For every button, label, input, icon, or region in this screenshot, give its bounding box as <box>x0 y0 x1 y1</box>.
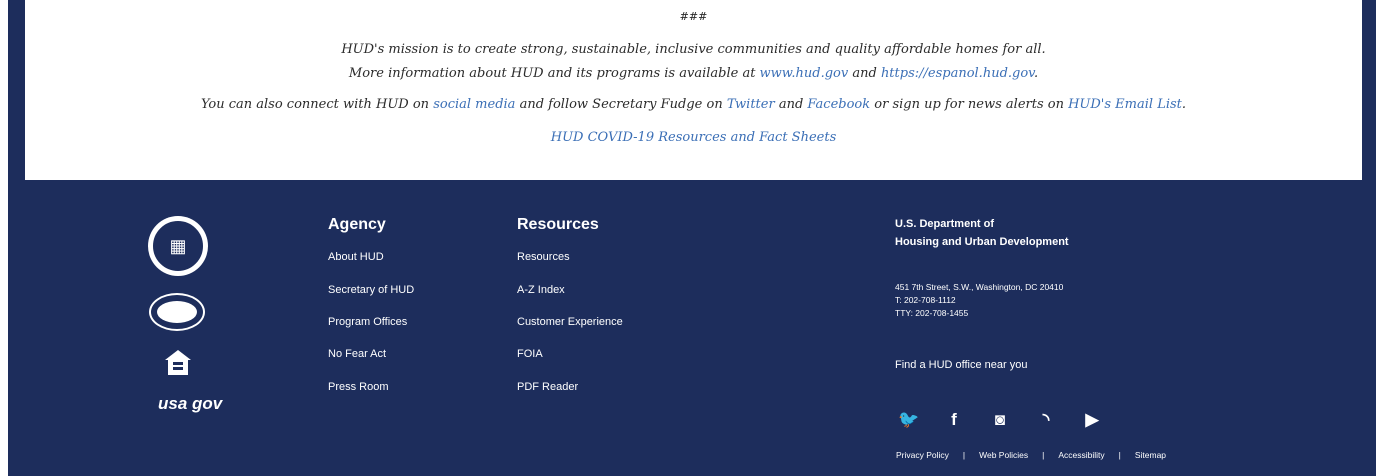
white-house-icon <box>157 301 197 323</box>
press-room-link[interactable]: Press Room <box>328 381 389 393</box>
legal-links: Privacy Policy | Web Policies | Accessibilit… <box>896 450 1166 460</box>
web-policies-link[interactable]: Web Policies <box>979 450 1028 460</box>
rss-icon[interactable]: ◝ <box>1036 410 1056 430</box>
youtube-icon[interactable]: ▶ <box>1082 410 1102 430</box>
phone-number: T: 202-708-1112 <box>895 295 956 305</box>
covid-resources-link[interactable]: HUD COVID-19 Resources and Fact Sheets <box>551 130 837 145</box>
hud-gov-link[interactable]: www.hud.gov <box>760 66 849 81</box>
social-icons: 🐦 f ◙ ◝ ▶ <box>898 410 1102 430</box>
pdf-reader-link[interactable]: PDF Reader <box>517 381 578 393</box>
accessibility-link[interactable]: Accessibility <box>1058 450 1104 460</box>
press-release-footer: ### HUD's mission is to create strong, s… <box>25 0 1362 180</box>
equal-housing-icon[interactable] <box>163 348 193 378</box>
customer-experience-link[interactable]: Customer Experience <box>517 316 623 328</box>
find-office-link[interactable]: Find a HUD office near you <box>895 359 1027 371</box>
twitter-icon[interactable]: 🐦 <box>898 410 919 430</box>
facebook-link[interactable]: Facebook <box>807 97 870 112</box>
twitter-link[interactable]: Twitter <box>727 97 775 112</box>
right-frame <box>1362 0 1376 476</box>
email-list-link[interactable]: HUD's Email List <box>1068 97 1182 112</box>
secretary-link[interactable]: Secretary of HUD <box>328 284 414 296</box>
privacy-policy-link[interactable]: Privacy Policy <box>896 450 949 460</box>
instagram-icon[interactable]: ◙ <box>990 410 1010 430</box>
social-media-link[interactable]: social media <box>433 97 515 112</box>
department-name: U.S. Department of Housing and Urban Dev… <box>895 218 1069 248</box>
separator: | <box>962 450 966 460</box>
no-fear-act-link[interactable]: No Fear Act <box>328 348 386 360</box>
foia-link[interactable]: FOIA <box>517 348 543 360</box>
mission-statement: HUD's mission is to create strong, susta… <box>341 42 1046 57</box>
building-icon: ▦ <box>151 219 205 273</box>
site-footer: ▦ usa gov Agency About HUD Secretary of … <box>8 180 1362 476</box>
sitemap-link[interactable]: Sitemap <box>1135 450 1166 460</box>
separator: | <box>1118 450 1121 460</box>
resources-link[interactable]: Resources <box>517 251 570 263</box>
az-index-link[interactable]: A-Z Index <box>517 284 565 296</box>
connect-line: You can also connect with HUD on social … <box>200 97 1187 112</box>
contact-address: 451 7th Street, S.W., Washington, DC 204… <box>895 281 1063 320</box>
left-margin <box>0 0 8 476</box>
resources-heading: Resources <box>517 216 599 233</box>
white-house-logo[interactable] <box>149 293 205 331</box>
tty-number: TTY: 202-708-1455 <box>895 308 969 318</box>
usa-gov-logo[interactable]: usa gov <box>158 395 222 412</box>
agency-heading: Agency <box>328 216 386 233</box>
covid-line: HUD COVID-19 Resources and Fact Sheets <box>25 130 1362 145</box>
program-offices-link[interactable]: Program Offices <box>328 316 407 328</box>
end-marker: ### <box>679 10 708 23</box>
more-info-line: More information about HUD and its progr… <box>348 66 1039 81</box>
street-address: 451 7th Street, S.W., Washington, DC 204… <box>895 282 1064 292</box>
espanol-hud-link[interactable]: https://espanol.hud.gov <box>881 66 1034 81</box>
hud-seal-logo[interactable]: ▦ <box>148 216 208 276</box>
separator: | <box>1042 450 1045 460</box>
facebook-icon[interactable]: f <box>944 410 964 430</box>
about-hud-link[interactable]: About HUD <box>328 251 384 263</box>
